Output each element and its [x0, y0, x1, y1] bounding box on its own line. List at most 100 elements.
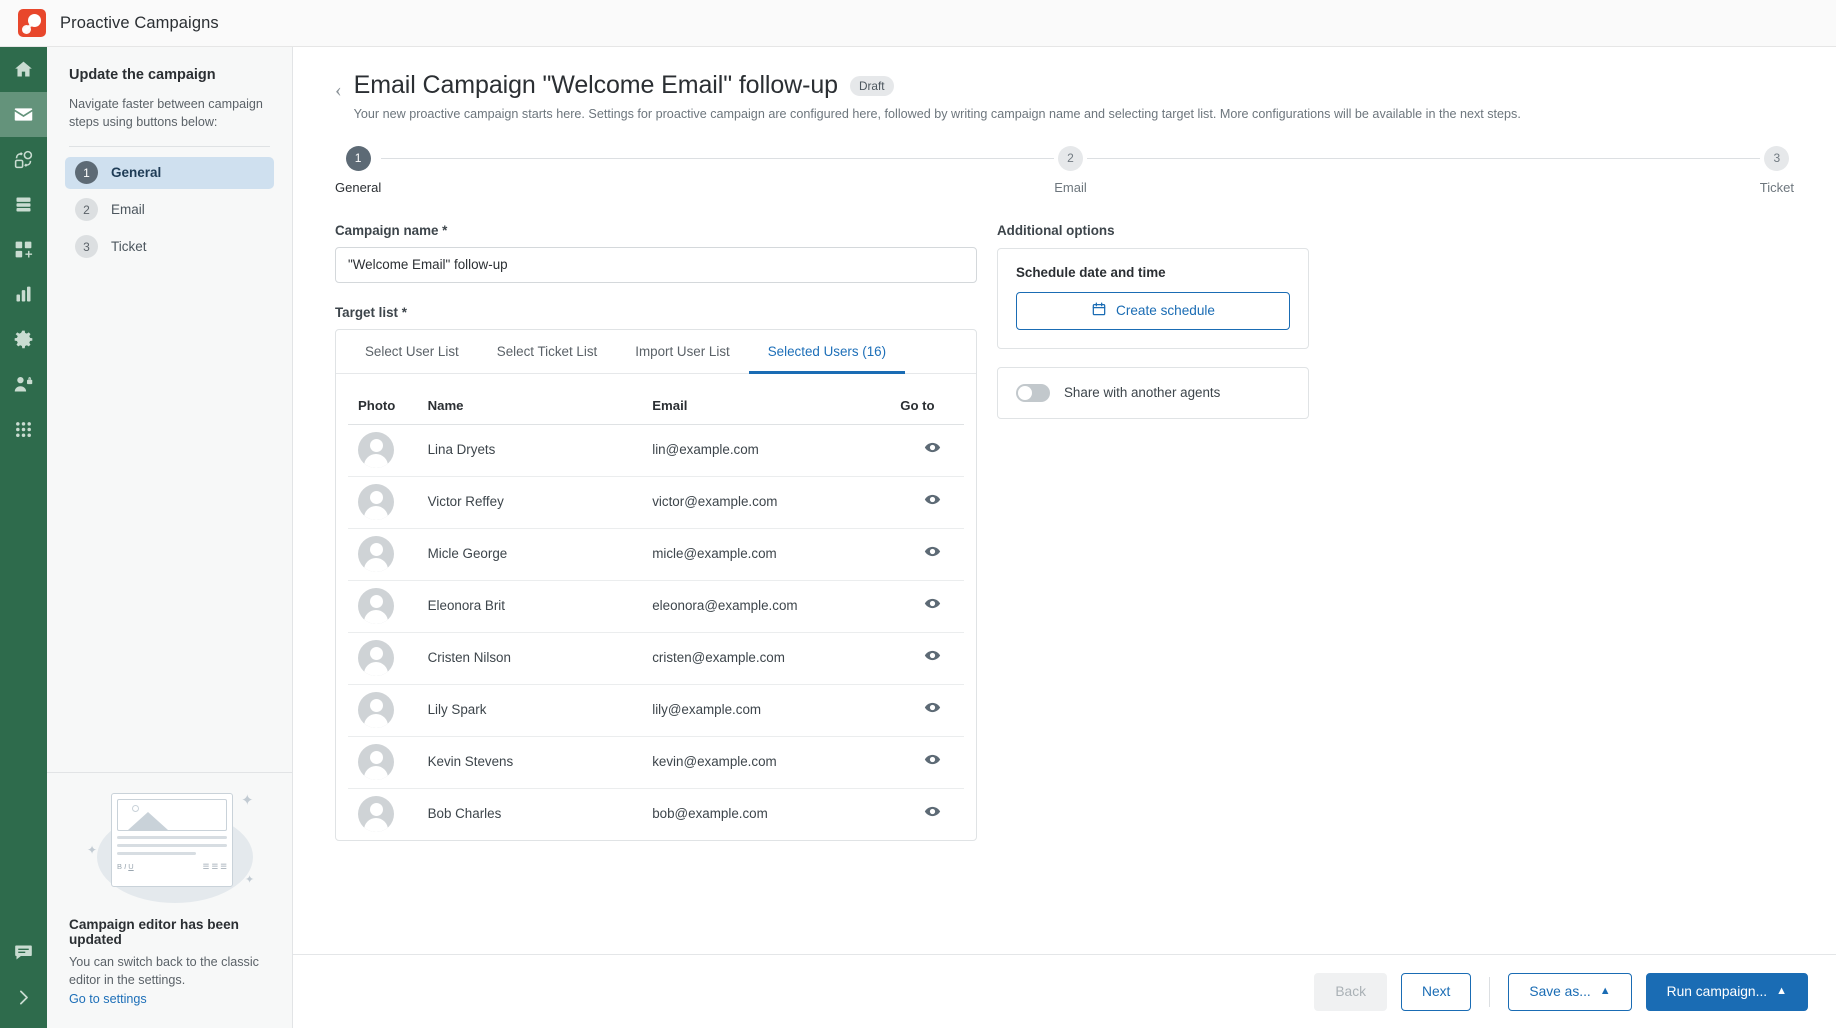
wizard-stepper: 1 General 2 Email 3 Ticket	[293, 145, 1836, 195]
tab-selected-users[interactable]: Selected Users (16)	[748, 330, 906, 374]
cell-name: Kevin Stevens	[427, 735, 653, 789]
promo-bold-icon: B I U	[117, 862, 134, 872]
user-name: Lina Dryets	[427, 442, 496, 458]
step-number: 2	[75, 198, 98, 221]
cell-name: Eleonora Brit	[427, 579, 653, 633]
grid-dots-icon[interactable]	[0, 407, 47, 452]
eye-icon[interactable]	[924, 803, 941, 820]
user-email: micle@example.com	[652, 546, 777, 562]
user-lock-icon[interactable]	[0, 362, 47, 407]
eye-icon[interactable]	[924, 699, 941, 716]
run-campaign-button[interactable]: Run campaign... ▲	[1645, 972, 1808, 1011]
chevron-right-icon[interactable]	[0, 975, 47, 1020]
cell-goto	[900, 423, 964, 477]
user-name: Cristen Nilson	[427, 650, 511, 666]
additional-options-title: Additional options	[997, 222, 1115, 238]
go-to-settings-link[interactable]: Go to settings	[69, 992, 147, 1006]
eye-icon[interactable]	[924, 491, 941, 508]
eye-icon[interactable]	[924, 543, 941, 560]
page-title: Email Campaign "Welcome Email" follow-up	[353, 71, 838, 99]
stepper-connector	[1086, 157, 1760, 159]
stepper-number: 1	[345, 145, 371, 171]
user-name: Eleonora Brit	[427, 598, 506, 614]
mail-icon[interactable]	[0, 92, 47, 137]
tab-select-user-list[interactable]: Select User List	[346, 330, 478, 374]
avatar	[358, 640, 394, 677]
chat-icon[interactable]	[0, 930, 47, 975]
chart-bar-icon[interactable]	[0, 272, 47, 317]
home-icon[interactable]	[0, 47, 47, 92]
table-row: Eleonora Brit eleonora@example.com	[348, 579, 964, 633]
col-photo: Photo	[358, 397, 396, 413]
back-button[interactable]: Back	[1314, 972, 1388, 1011]
avatar	[358, 588, 394, 625]
cell-goto	[900, 787, 964, 841]
avatar	[358, 484, 394, 521]
editor-promo: ✦ ✦ ✦ B I U ☰ ☰ ☰ Campaign editor has be…	[47, 772, 292, 1028]
table-row: Cristen Nilson cristen@example.com	[348, 631, 964, 685]
cell-name: Bob Charles	[427, 787, 653, 841]
cell-name: Cristen Nilson	[427, 631, 653, 685]
cell-photo	[348, 735, 428, 789]
tab-select-ticket-list[interactable]: Select Ticket List	[478, 330, 616, 374]
eye-icon[interactable]	[924, 439, 941, 456]
table-row: Lily Spark lily@example.com	[348, 683, 964, 737]
chevron-up-icon: ▲	[1776, 985, 1787, 997]
save-as-button[interactable]: Save as... ▲	[1508, 972, 1632, 1011]
share-with-agents-toggle[interactable]	[1016, 383, 1050, 402]
campaign-logo-icon	[18, 9, 46, 37]
form-column: Campaign name * Target list * Select Use…	[335, 223, 977, 842]
chevron-left-icon[interactable]: ‹	[335, 80, 342, 100]
tab-import-user-list[interactable]: Import User List	[616, 330, 749, 374]
cell-email: bob@example.com	[652, 787, 901, 841]
stepper-connector	[381, 157, 1055, 159]
campaign-name-input[interactable]	[335, 246, 977, 283]
eye-icon[interactable]	[924, 751, 941, 768]
cell-photo	[348, 683, 428, 737]
stepper-step-ticket[interactable]: 3 Ticket	[1759, 145, 1794, 195]
create-schedule-button[interactable]: Create schedule	[1016, 291, 1290, 330]
cell-photo	[348, 527, 428, 581]
sidebar-step-ticket[interactable]: 3 Ticket	[65, 231, 274, 263]
database-icon[interactable]	[0, 182, 47, 227]
left-panel-divider	[69, 145, 270, 147]
eye-icon[interactable]	[924, 595, 941, 612]
next-button[interactable]: Next	[1401, 972, 1472, 1011]
cell-photo	[348, 475, 428, 529]
left-panel-header: Update the campaign Navigate faster betw…	[47, 47, 292, 157]
app-root: Proactive Campaigns Update the campaign …	[0, 0, 1836, 1028]
table-header-row: Photo Name Email Go to	[348, 374, 964, 425]
user-name: Lily Spark	[427, 702, 487, 718]
cell-email: eleonora@example.com	[652, 579, 901, 633]
sidebar-step-email[interactable]: 2 Email	[65, 194, 274, 226]
schedule-card-label: Schedule date and time	[1016, 264, 1166, 280]
add-apps-icon[interactable]	[0, 227, 47, 272]
share-agents-card: Share with another agents	[997, 366, 1309, 419]
stepper-step-general[interactable]: 1 General	[335, 145, 381, 195]
sidebar-step-general[interactable]: 1 General	[65, 156, 274, 189]
cell-photo	[348, 423, 428, 477]
user-email: bob@example.com	[652, 806, 768, 822]
step-label: General	[111, 165, 162, 180]
user-email: eleonora@example.com	[652, 598, 798, 614]
gear-icon[interactable]	[0, 317, 47, 362]
left-panel-subtitle: Navigate faster between campaign steps u…	[69, 97, 263, 130]
content-columns: Campaign name * Target list * Select Use…	[293, 195, 1836, 842]
page-header: ‹ Email Campaign "Welcome Email" follow-…	[293, 47, 1836, 124]
user-email: victor@example.com	[652, 494, 778, 510]
stepper-label: Ticket	[1759, 179, 1794, 195]
save-as-label: Save as...	[1529, 984, 1591, 999]
workflow-icon[interactable]	[0, 137, 47, 182]
sparkle-icon: ✦	[241, 792, 254, 810]
sparkle-icon: ✦	[87, 843, 98, 858]
icon-rail	[0, 47, 47, 1028]
stepper-step-email[interactable]: 2 Email	[1054, 145, 1087, 195]
campaign-name-field: Campaign name *	[335, 223, 977, 283]
eye-icon[interactable]	[924, 647, 941, 664]
user-name: Micle George	[427, 546, 508, 562]
cell-email: lin@example.com	[652, 423, 901, 477]
app-title: Proactive Campaigns	[60, 13, 219, 32]
top-bar: Proactive Campaigns	[0, 0, 1836, 47]
cell-email: micle@example.com	[652, 527, 901, 581]
cell-email: cristen@example.com	[652, 631, 901, 685]
